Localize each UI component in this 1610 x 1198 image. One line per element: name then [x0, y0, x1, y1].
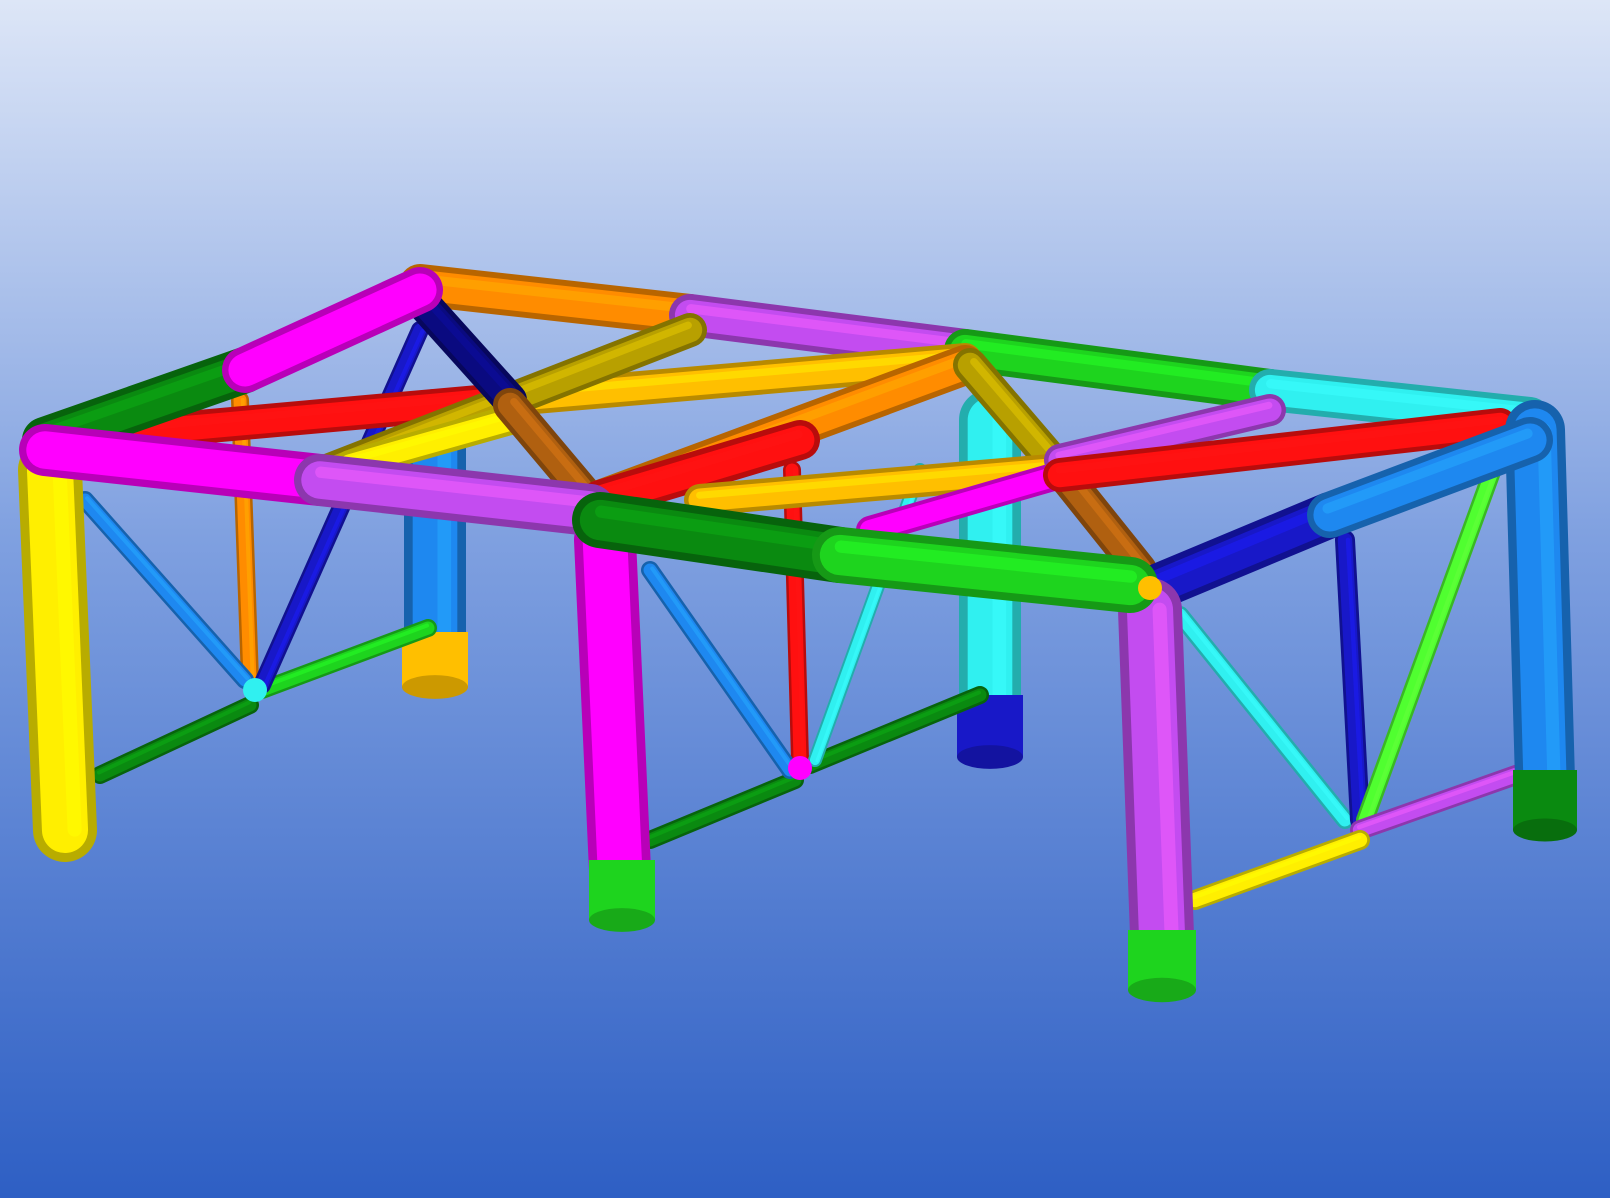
- front-leg-right-foot[interactable]: [1128, 930, 1196, 1003]
- right-corner-leg[interactable]: [1505, 400, 1575, 810]
- right-corner-leg-foot[interactable]: [1513, 770, 1577, 842]
- web-red-vertical[interactable]: [783, 461, 809, 769]
- front-leg-mid-foot-bottom: [589, 908, 655, 932]
- front-leg-mid[interactable]: [574, 509, 651, 901]
- front-leg-right[interactable]: [1118, 578, 1194, 967]
- 3d-viewport[interactable]: [0, 0, 1610, 1198]
- joint-bottom-left[interactable]: [243, 678, 267, 702]
- back-leg-mid-foot-bottom: [957, 745, 1023, 769]
- right-corner-leg-foot-bottom: [1513, 818, 1577, 842]
- front-leg-mid-foot[interactable]: [589, 860, 655, 932]
- truss-model-view[interactable]: [0, 0, 1610, 1198]
- front-leg-left[interactable]: [18, 438, 97, 862]
- front-leg-right-foot-bottom: [1128, 977, 1196, 1003]
- joint-bottom-mid[interactable]: [788, 756, 812, 780]
- back-leg-left-foot-bottom: [402, 675, 468, 699]
- joint-front-right[interactable]: [1138, 576, 1162, 600]
